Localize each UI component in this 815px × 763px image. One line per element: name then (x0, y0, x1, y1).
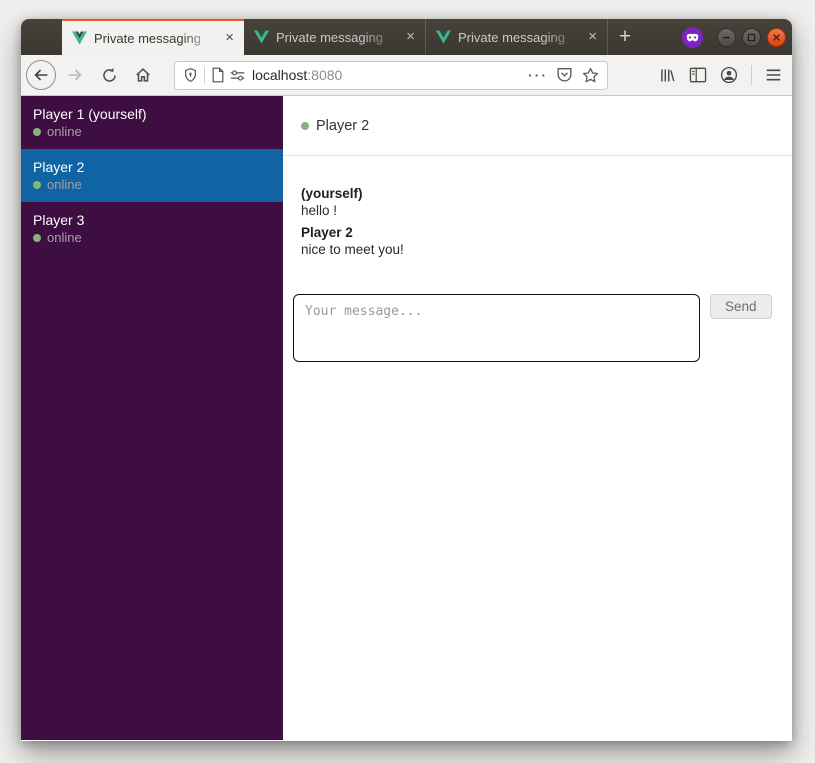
tab-close-icon[interactable]: × (222, 31, 237, 45)
message-item: Player 2 nice to meet you! (301, 224, 774, 258)
site-permissions-icon[interactable] (230, 69, 245, 82)
tab-title: Private messaging (276, 30, 403, 45)
online-dot-icon (33, 128, 41, 136)
titlebar-spacer (21, 19, 62, 55)
sidebar-item-player-3[interactable]: Player 3 online (21, 202, 283, 255)
account-icon[interactable] (720, 66, 738, 84)
message-text: hello ! (301, 202, 774, 219)
tab-title: Private messaging (458, 30, 585, 45)
navigation-toolbar: localhost:8080 ··· (21, 55, 792, 96)
tab-title: Private messaging (94, 31, 222, 46)
send-button[interactable]: Send (710, 294, 772, 319)
online-dot-icon (33, 181, 41, 189)
player-name: Player 2 (33, 158, 271, 176)
close-icon (772, 33, 781, 42)
private-browsing-icon (682, 27, 703, 48)
pocket-icon[interactable] (556, 67, 573, 83)
url-host: localhost (252, 67, 307, 83)
sidebar-toggle-icon[interactable] (689, 67, 707, 83)
reload-button[interactable] (94, 60, 124, 90)
minimize-button[interactable] (717, 28, 736, 47)
new-tab-button[interactable]: + (608, 19, 642, 55)
tab-private-messaging-3[interactable]: Private messaging × (426, 19, 608, 55)
sidebar-item-player-2[interactable]: Player 2 online (21, 149, 283, 202)
page-info-icon[interactable] (211, 67, 225, 83)
urlbar-divider (204, 67, 205, 84)
browser-window: Private messaging × Private messaging × … (21, 19, 792, 741)
page-actions-icon[interactable]: ··· (528, 67, 548, 83)
online-dot-icon (33, 234, 41, 242)
titlebar-controls (682, 19, 792, 55)
vue-logo-icon (436, 30, 451, 44)
online-dot-icon (301, 122, 309, 130)
player-name: Player 1 (yourself) (33, 105, 271, 123)
forward-icon (66, 66, 84, 84)
message-sender: (yourself) (301, 185, 774, 202)
reload-icon (101, 67, 118, 84)
player-name: Player 3 (33, 211, 271, 229)
tab-close-icon[interactable]: × (585, 30, 600, 44)
tab-private-messaging-2[interactable]: Private messaging × (244, 19, 426, 55)
home-icon (134, 66, 152, 84)
player-sidebar: Player 1 (yourself) online Player 2 onli… (21, 96, 283, 740)
url-port: :8080 (307, 67, 342, 83)
tab-bar: Private messaging × Private messaging × … (21, 19, 792, 55)
bookmark-star-icon[interactable] (582, 67, 599, 84)
minimize-icon (722, 33, 731, 42)
menu-hamburger-icon[interactable] (765, 68, 782, 82)
library-icon[interactable] (658, 67, 676, 84)
message-text: nice to meet you! (301, 241, 774, 258)
chat-header: Player 2 (283, 96, 792, 156)
player-status: online (47, 229, 82, 246)
toolbar-right-icons (658, 65, 784, 85)
app-content: Player 1 (yourself) online Player 2 onli… (21, 96, 792, 740)
player-status: online (47, 176, 82, 193)
chat-panel: Player 2 (yourself) hello ! Player 2 nic… (283, 96, 792, 740)
message-item: (yourself) hello ! (301, 185, 774, 219)
close-button[interactable] (767, 28, 786, 47)
back-icon (32, 66, 50, 84)
tab-close-icon[interactable]: × (403, 30, 418, 44)
chat-header-name: Player 2 (316, 118, 369, 134)
player-status: online (47, 123, 82, 140)
vue-logo-icon (72, 31, 87, 45)
home-button[interactable] (128, 60, 158, 90)
maximize-button[interactable] (742, 28, 761, 47)
message-input[interactable] (293, 294, 700, 362)
sidebar-item-player-1[interactable]: Player 1 (yourself) online (21, 96, 283, 149)
vue-logo-icon (254, 30, 269, 44)
message-composer: Send (283, 294, 792, 362)
toolbar-divider (751, 65, 752, 85)
tab-private-messaging-1[interactable]: Private messaging × (62, 19, 244, 55)
back-button[interactable] (26, 60, 56, 90)
maximize-icon (747, 33, 756, 42)
url-bar[interactable]: localhost:8080 ··· (174, 61, 608, 90)
tracking-protection-shield-icon (183, 67, 198, 83)
forward-button[interactable] (60, 60, 90, 90)
message-list: (yourself) hello ! Player 2 nice to meet… (283, 156, 792, 263)
message-sender: Player 2 (301, 224, 774, 241)
